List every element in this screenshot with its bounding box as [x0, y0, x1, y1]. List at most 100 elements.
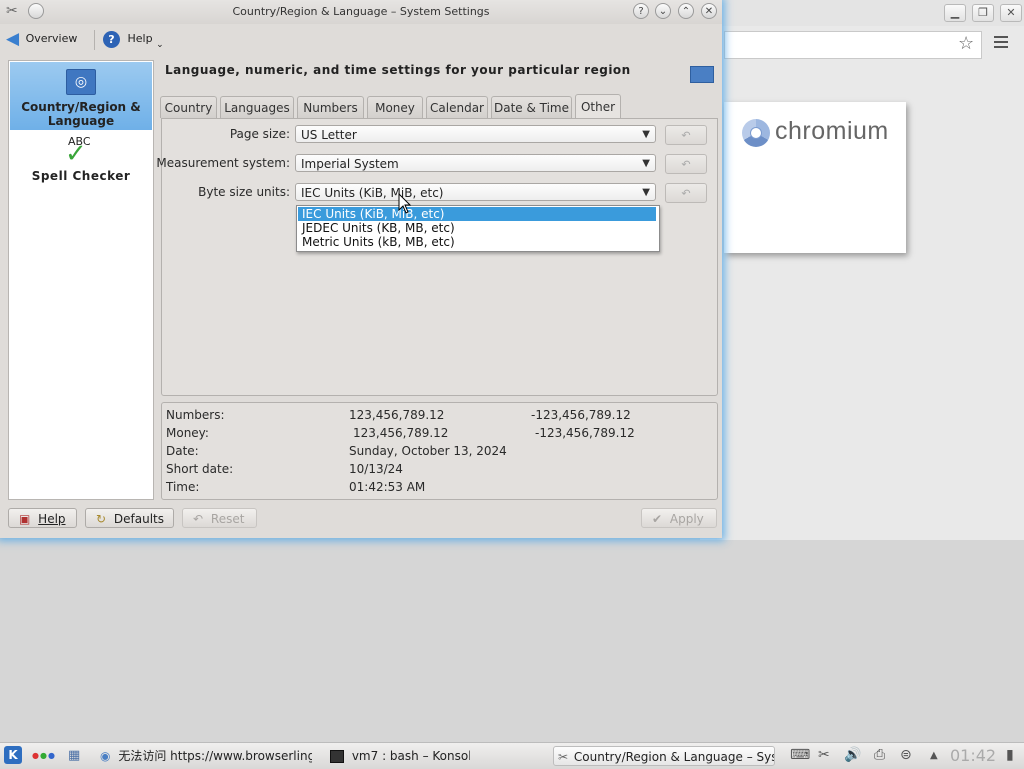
- reset-button[interactable]: ↶ Reset: [182, 508, 257, 528]
- byte-units-reset-button[interactable]: ↶: [665, 183, 707, 203]
- close-icon[interactable]: ✕: [701, 3, 717, 19]
- page-size-combo[interactable]: US Letter ▼: [295, 125, 656, 143]
- measurement-value: Imperial System: [301, 157, 399, 171]
- sidebar-item-label: Country/Region & Language: [21, 100, 141, 128]
- bookmark-star-icon[interactable]: ☆: [958, 33, 974, 54]
- tray-expand-icon[interactable]: ▲: [930, 750, 938, 761]
- short-date-label: Short date:: [166, 462, 234, 476]
- date-value: Sunday, October 13, 2024: [349, 444, 507, 458]
- category-sidebar: ◎ Country/Region & Language ABC ✓ Spell …: [8, 60, 154, 500]
- minimize-icon[interactable]: ▁: [944, 4, 966, 22]
- task-label: Country/Region & Language – Syster: [573, 750, 775, 764]
- klipper-scissors-icon[interactable]: ✂: [818, 747, 830, 763]
- chromium-logo-icon: [742, 119, 770, 147]
- dropdown-option[interactable]: IEC Units (KiB, MiB, etc): [298, 207, 656, 221]
- tab-calendar[interactable]: Calendar: [426, 96, 488, 118]
- help-icon: ?: [103, 30, 120, 48]
- un-flag-icon: ◎: [66, 69, 96, 95]
- chrome-menu-icon[interactable]: [994, 36, 1008, 51]
- dropdown-option[interactable]: JEDEC Units (KB, MB, etc): [298, 221, 656, 235]
- help-question-icon[interactable]: ?: [633, 3, 649, 19]
- minimize-icon[interactable]: ⌄: [655, 3, 671, 19]
- activities-icon[interactable]: ●●●: [32, 751, 56, 760]
- clock[interactable]: 01:42: [950, 746, 996, 765]
- system-settings-window: ✂ Country/Region & Language – System Set…: [0, 0, 722, 538]
- defaults-icon: ↻: [96, 512, 107, 526]
- page-size-value: US Letter: [301, 128, 357, 142]
- measurement-reset-button[interactable]: ↶: [665, 154, 707, 174]
- task-label: vm7 : bash – Konsole: [351, 749, 470, 763]
- kde-launcher-icon[interactable]: K: [4, 746, 22, 764]
- keyboard-icon[interactable]: ⌨: [790, 747, 810, 763]
- terminal-icon: [330, 750, 344, 763]
- dropdown-option[interactable]: Metric Units (kB, MB, etc): [298, 235, 656, 249]
- printer-icon[interactable]: ⎙: [874, 747, 885, 763]
- time-label: Time:: [166, 480, 200, 494]
- tray-menu-icon[interactable]: ▮: [1006, 747, 1014, 763]
- maximize-icon[interactable]: ⌃: [678, 3, 694, 19]
- help-book-icon: ▣: [19, 512, 31, 526]
- tab-money[interactable]: Money: [367, 96, 423, 118]
- task-label: 无法访问 https://www.browserling.c: [118, 749, 312, 763]
- settings-tools-icon: ✂: [558, 750, 569, 764]
- sidebar-item-country-region[interactable]: ◎ Country/Region & Language: [9, 63, 153, 131]
- tab-numbers[interactable]: Numbers: [297, 96, 364, 118]
- defaults-button[interactable]: ↻ Defaults: [85, 508, 174, 528]
- volume-icon[interactable]: 🔊: [844, 747, 861, 763]
- chevron-down-icon: ▼: [642, 129, 650, 140]
- help-button-label: Help: [38, 512, 66, 526]
- chevron-down-icon: ▼: [642, 158, 650, 169]
- window-title: Country/Region & Language – System Setti…: [232, 5, 490, 18]
- tab-languages[interactable]: Languages: [220, 96, 294, 118]
- undo-icon: ↶: [681, 158, 691, 171]
- chevron-down-icon: ⌄: [156, 40, 164, 50]
- overview-label: Overview: [25, 32, 78, 45]
- page-size-reset-button[interactable]: ↶: [665, 125, 707, 145]
- task-browser[interactable]: ◉ 无法访问 https://www.browserling.c: [100, 746, 312, 766]
- byte-units-dropdown-list: IEC Units (KiB, MiB, etc) JEDEC Units (K…: [296, 205, 660, 252]
- network-icon[interactable]: ⊜: [900, 747, 912, 763]
- close-icon[interactable]: ✕: [1000, 4, 1022, 22]
- window-titlebar: ✂ Country/Region & Language – System Set…: [0, 0, 722, 24]
- reset-button-label: Reset: [210, 512, 245, 526]
- toolbar: ◀ Overview ? Help ⌄: [0, 24, 722, 54]
- sidebar-item-label: Spell Checker: [31, 169, 131, 183]
- money-negative: -123,456,789.12: [535, 426, 635, 440]
- un-flag-icon: [690, 66, 714, 83]
- chromium-window: ▁ ❐ ✕: [700, 0, 1024, 540]
- checkmark-icon: ✔: [652, 512, 663, 526]
- help-menu-button[interactable]: ? Help ⌄: [103, 28, 164, 50]
- money-label: Money:: [166, 426, 209, 440]
- money-positive: 123,456,789.12: [353, 426, 449, 440]
- numbers-positive: 123,456,789.12: [349, 408, 445, 422]
- byte-units-combo[interactable]: IEC Units (KiB, MiB, etc) ▼: [295, 183, 656, 201]
- toolbar-separator: [94, 30, 95, 50]
- restore-icon[interactable]: ❐: [972, 4, 994, 22]
- byte-units-label: Byte size units:: [198, 185, 290, 199]
- chevron-down-icon: ▼: [642, 187, 650, 198]
- tab-date-time[interactable]: Date & Time: [491, 96, 572, 118]
- date-label: Date:: [166, 444, 199, 458]
- undo-icon: ↶: [681, 129, 691, 142]
- pager-icon[interactable]: ▦: [68, 748, 80, 763]
- apply-button-label: Apply: [669, 512, 704, 526]
- task-system-settings[interactable]: ✂ Country/Region & Language – Syster: [553, 746, 775, 766]
- chromium-wordmark: chromium: [775, 117, 889, 145]
- time-value: 01:42:53 AM: [349, 480, 426, 494]
- numbers-label: Numbers:: [166, 408, 225, 422]
- task-konsole[interactable]: vm7 : bash – Konsole: [330, 746, 470, 766]
- help-button[interactable]: ▣ Help: [8, 508, 77, 528]
- help-label: Help: [127, 32, 153, 45]
- measurement-combo[interactable]: Imperial System ▼: [295, 154, 656, 172]
- reset-icon: ↶: [193, 512, 204, 526]
- tab-country[interactable]: Country: [160, 96, 217, 118]
- measurement-label: Measurement system:: [156, 156, 290, 170]
- apply-button[interactable]: ✔ Apply: [641, 508, 717, 528]
- address-bar[interactable]: [724, 31, 982, 59]
- taskbar: K ●●● ▦ ◉ 无法访问 https://www.browserling.c…: [0, 742, 1024, 769]
- tab-other[interactable]: Other: [575, 94, 621, 118]
- undo-icon: ↶: [681, 187, 691, 200]
- short-date-value: 10/13/24: [349, 462, 403, 476]
- chromium-icon: ◉: [100, 749, 111, 763]
- overview-button[interactable]: ◀ Overview: [6, 28, 77, 50]
